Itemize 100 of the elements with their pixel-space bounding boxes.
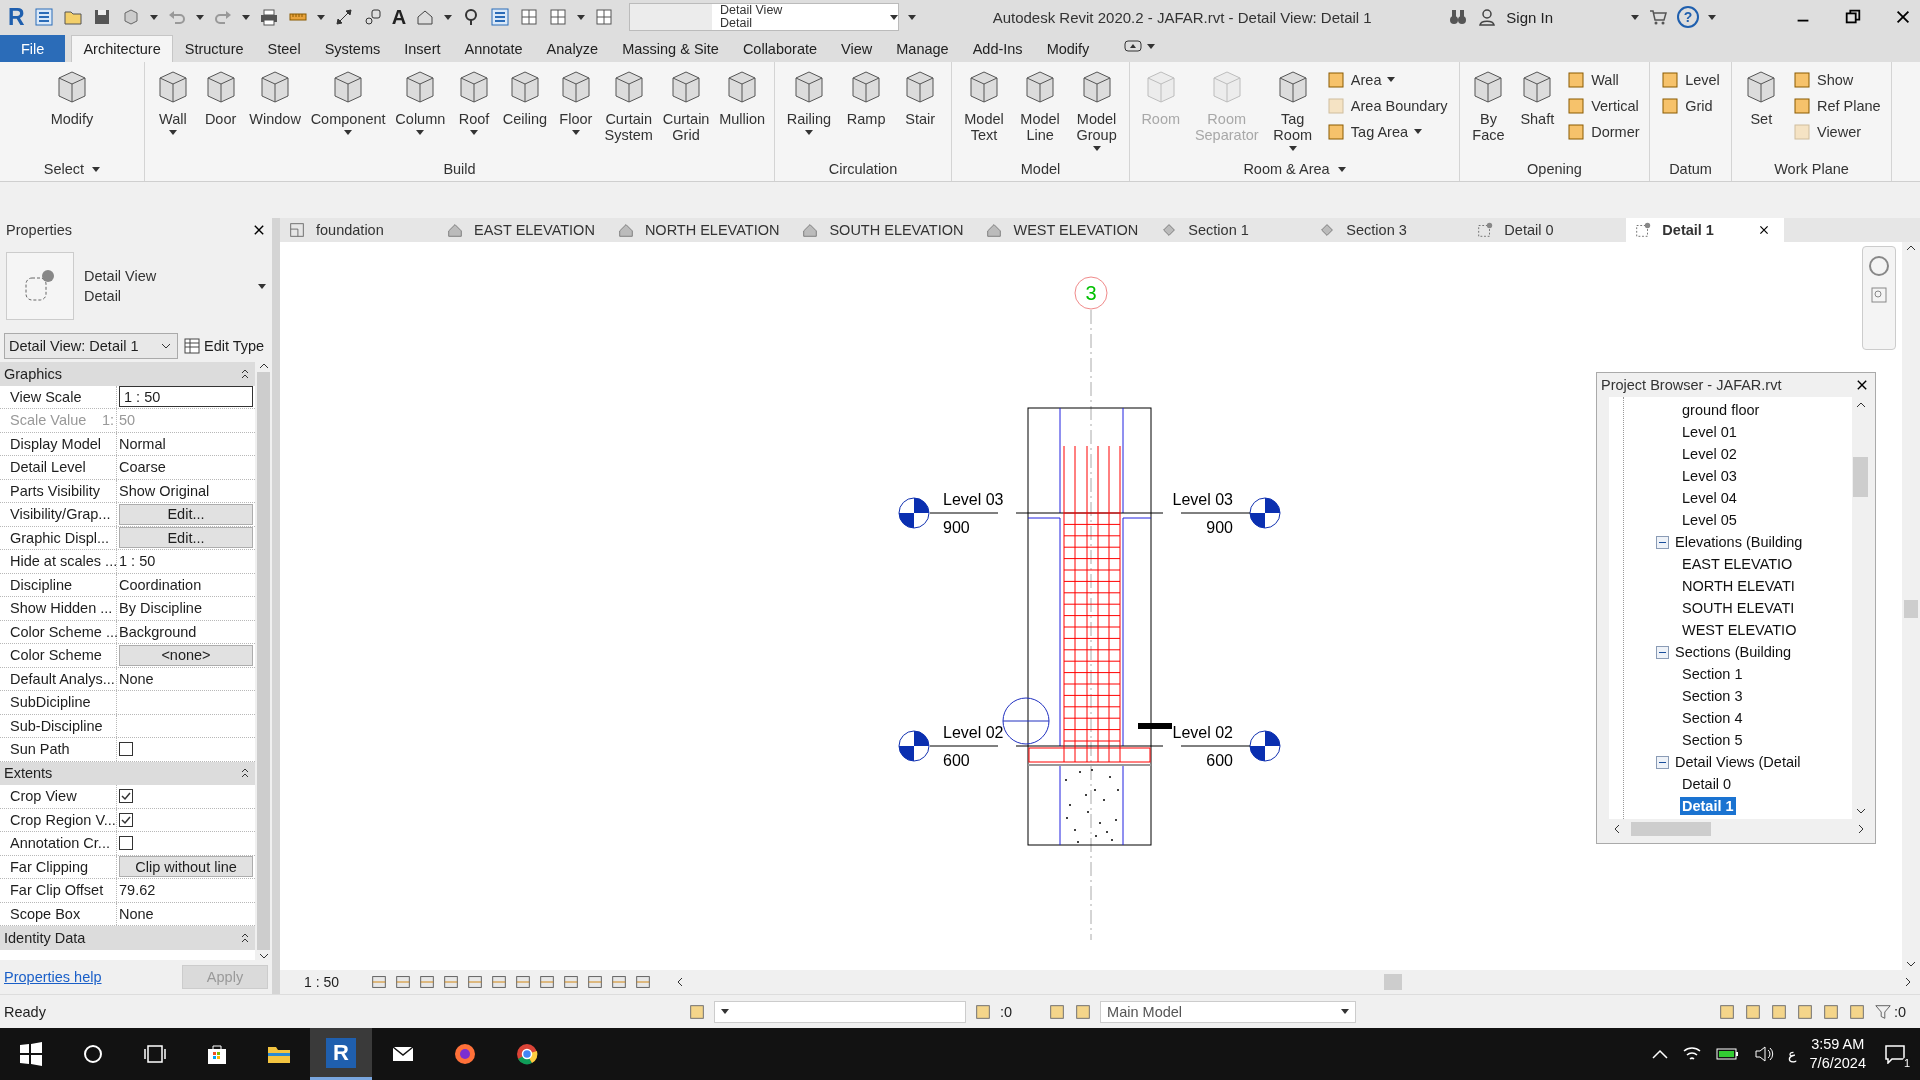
panel-title[interactable]: Select [0, 157, 144, 181]
ribbon-tool-button[interactable]: Roof [455, 68, 494, 135]
scroll-thumb[interactable] [1631, 822, 1711, 836]
gear-icon[interactable] [1847, 1002, 1866, 1021]
tree-item[interactable]: Level 04 [1680, 489, 1739, 507]
checkbox[interactable] [119, 812, 133, 827]
property-value[interactable]: Coordination [119, 576, 202, 593]
level-elevation[interactable]: 900 [1206, 519, 1233, 536]
ribbon-tab[interactable]: Structure [172, 35, 256, 62]
document-tab[interactable]: NORTH ELEVATION [608, 218, 794, 242]
tree-folder[interactable]: Sections (Building [1624, 641, 1852, 663]
ribbon-tool-button[interactable]: Model Text [964, 68, 1004, 146]
filter-icon[interactable] [1873, 1002, 1892, 1021]
underlay-icon[interactable] [1743, 1002, 1762, 1021]
ribbon-tool-button[interactable]: Tag Area [1326, 120, 1448, 143]
property-value[interactable]: By Discipline [119, 600, 202, 617]
ribbon-tool-button[interactable]: Mullion [719, 68, 766, 130]
input-field[interactable]: 1 : 50 [119, 386, 253, 408]
tag-icon[interactable] [362, 7, 383, 27]
window-icon[interactable] [548, 7, 569, 27]
ribbon-tool-button[interactable]: Grid [1661, 94, 1720, 117]
help-button[interactable]: ? [1677, 6, 1699, 28]
property-value[interactable]: Show Original [119, 482, 210, 499]
select-face-icon[interactable] [1795, 1002, 1814, 1021]
ribbon-tab[interactable]: Insert [392, 35, 453, 62]
language-indicator[interactable]: ع [1787, 1046, 1796, 1062]
crop-icon[interactable] [490, 973, 508, 991]
ribbon-tab[interactable]: Add-Ins [960, 35, 1035, 62]
ribbon-tool-button[interactable]: Tag Room [1273, 68, 1312, 151]
tree-item[interactable]: ground floor [1680, 401, 1762, 419]
user-icon[interactable] [1477, 7, 1498, 27]
ribbon-tool-button[interactable]: Ref Plane [1793, 94, 1881, 117]
cart-icon[interactable] [1648, 7, 1668, 27]
edit-type-button[interactable]: Edit Type [184, 338, 265, 354]
ribbon-tab[interactable]: Architecture [71, 35, 173, 62]
sign-in-link[interactable]: Sign In [1506, 8, 1553, 26]
ribbon-tool-button[interactable]: Wall [1567, 68, 1640, 91]
close-icon[interactable] [1758, 224, 1771, 236]
view-scale[interactable]: 1 : 50 [304, 974, 364, 990]
model-dropdown[interactable]: Main Model [1100, 1000, 1357, 1023]
ribbon-tab[interactable]: Manage [884, 35, 961, 62]
level-label[interactable]: Level 02 [1172, 724, 1233, 741]
instance-dropdown[interactable]: Detail View: Detail 1 [4, 333, 178, 359]
ribbon-tool-button[interactable]: Model Group [1076, 68, 1117, 151]
level-elevation[interactable]: 600 [1206, 752, 1233, 769]
ribbon-tool-button[interactable]: Dormer [1567, 120, 1640, 143]
chevron-up-icon[interactable] [1651, 1049, 1668, 1059]
panel-title[interactable]: Room & Area [1130, 157, 1459, 181]
tree-item[interactable]: Detail 1 [1680, 797, 1736, 815]
checkbox[interactable] [119, 789, 133, 804]
collapse-icon[interactable] [241, 932, 249, 943]
editing-icon[interactable] [1048, 1002, 1067, 1021]
close-icon[interactable] [1855, 378, 1869, 392]
tree-item[interactable]: WEST ELEVATIO [1680, 621, 1799, 639]
document-icon[interactable] [33, 7, 54, 27]
value-button[interactable]: <none> [119, 644, 253, 666]
level-label[interactable]: Level 03 [943, 491, 1004, 508]
ribbon-tool-button[interactable]: Level [1661, 68, 1720, 91]
app-logo[interactable]: R [8, 4, 25, 30]
panel-title[interactable]: Build [145, 157, 774, 181]
drag-icon[interactable] [1821, 1002, 1840, 1021]
tree-folder[interactable]: Detail Views (Detail [1624, 751, 1852, 773]
list-icon[interactable] [490, 7, 511, 27]
printer-icon[interactable] [258, 7, 279, 27]
panel-title[interactable]: Opening [1460, 157, 1649, 181]
tree-item[interactable]: NORTH ELEVATI [1680, 577, 1797, 595]
scroll-thumb[interactable] [257, 372, 270, 950]
lock-icon[interactable] [562, 973, 580, 991]
ribbon-tool-button[interactable]: Modify [50, 68, 94, 130]
ribbon-tool-button[interactable]: Wall [153, 68, 192, 135]
restore-icon[interactable] [1844, 8, 1862, 26]
help-link[interactable]: Properties help [4, 969, 102, 985]
ribbon-tool-button[interactable]: Component [310, 68, 386, 135]
document-tab[interactable]: SOUTH ELEVATION [793, 218, 978, 242]
view-selector[interactable]: Detail View Detail [629, 3, 900, 31]
section-marker[interactable] [1002, 697, 1050, 745]
battery-icon[interactable] [1715, 1047, 1740, 1061]
document-tab[interactable]: Section 3 [1310, 218, 1469, 242]
ribbon-tab[interactable]: Massing & Site [610, 35, 731, 62]
property-value[interactable]: 1 : 50 [119, 553, 156, 570]
level-label[interactable]: Level 03 [1172, 491, 1233, 508]
ribbon-tool-button[interactable]: Shaft [1518, 68, 1557, 130]
vertical-scrollbar[interactable] [1902, 242, 1920, 970]
tree-item[interactable]: Section 1 [1680, 665, 1745, 683]
ribbon-tool-button[interactable]: Ceiling [502, 68, 548, 130]
ribbon-tool-button[interactable]: Stair [901, 68, 940, 130]
group-header[interactable]: Extents [0, 761, 255, 785]
property-value[interactable]: None [119, 905, 154, 922]
ribbon-tab[interactable]: Modify [1034, 35, 1102, 62]
ribbon-tool-button[interactable]: Door [201, 68, 240, 130]
ribbon-tool-button[interactable]: Vertical [1567, 94, 1640, 117]
binoculars-icon[interactable] [1448, 7, 1469, 27]
sun-icon[interactable] [418, 973, 436, 991]
level-elevation[interactable]: 600 [943, 752, 970, 769]
navigation-bar[interactable] [1862, 246, 1896, 350]
ribbon-tool-button[interactable]: Curtain Grid [662, 68, 710, 146]
close-icon[interactable] [252, 223, 266, 237]
ribbon-tab[interactable]: Systems [312, 35, 393, 62]
property-value[interactable]: None [119, 670, 154, 687]
panel-title[interactable]: Model [952, 157, 1129, 181]
